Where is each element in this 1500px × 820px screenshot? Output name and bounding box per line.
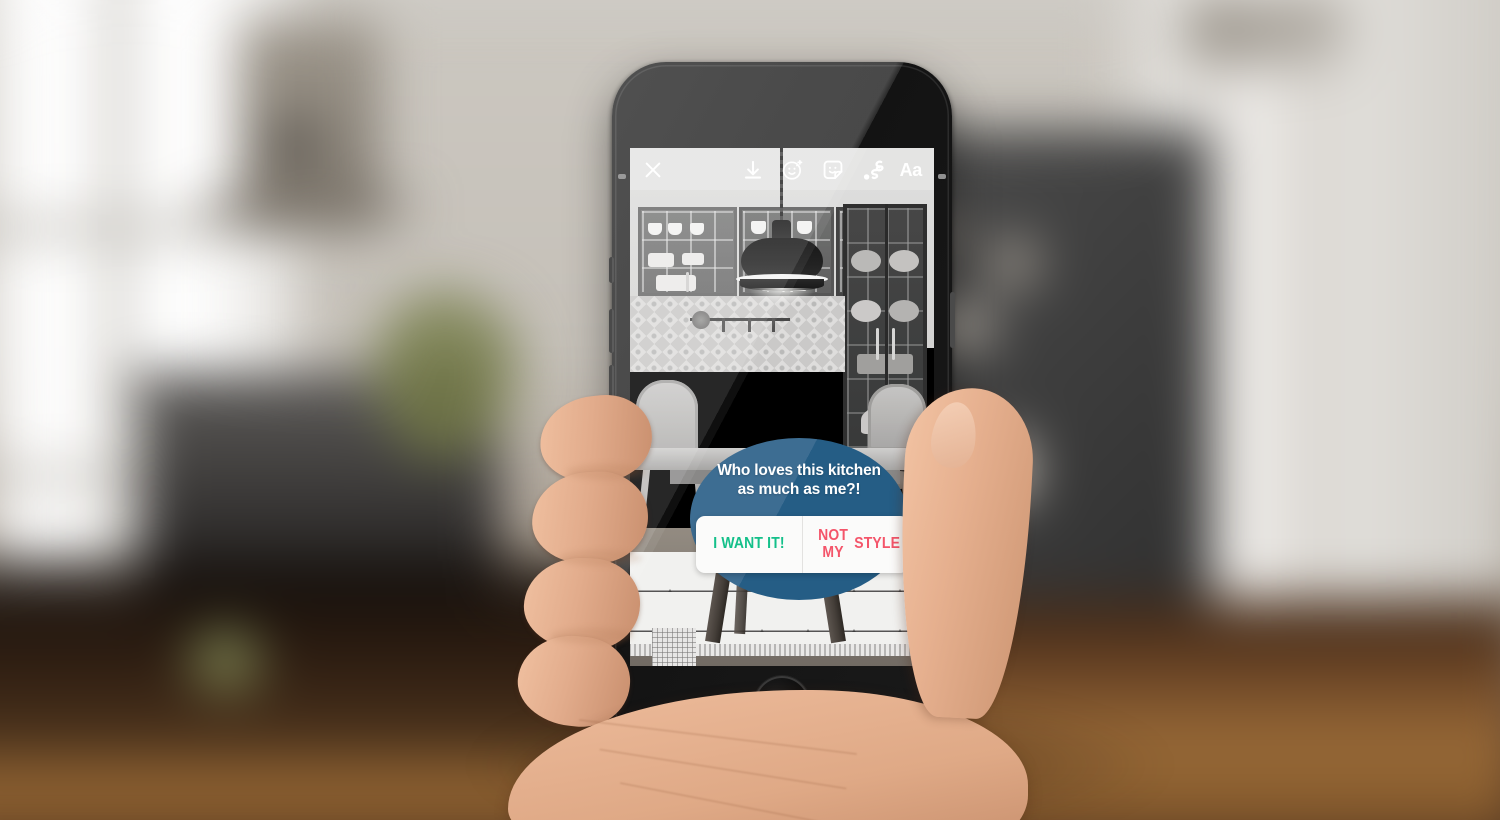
- sticker-icon[interactable]: [820, 157, 846, 183]
- screenshot-stage: Aa Who loves this kitchen as much as me?…: [0, 0, 1500, 820]
- hanging-ladle: [692, 311, 710, 329]
- save-icon[interactable]: [740, 157, 766, 183]
- cabinet-handle: [892, 328, 895, 360]
- utensil-hook: [722, 318, 725, 332]
- palm-crease: [578, 718, 858, 756]
- cabinet-object-3: [990, 240, 1036, 286]
- close-icon[interactable]: [642, 159, 664, 181]
- utensil-hook: [772, 318, 775, 332]
- cabinet-dish: [656, 275, 696, 291]
- palm-crease: [599, 748, 847, 790]
- background-plant-small: [190, 630, 260, 690]
- cabinet-cup: [751, 221, 766, 234]
- cabinet-plate: [851, 300, 881, 322]
- cabinet-dish: [682, 253, 704, 265]
- cabinet-plate: [889, 250, 919, 272]
- power-button[interactable]: [950, 292, 955, 348]
- cabinet-handle: [686, 272, 689, 292]
- draw-icon[interactable]: [860, 157, 886, 183]
- utensil-hook: [748, 318, 751, 332]
- cabinet-cup: [690, 223, 704, 235]
- palm-crease: [619, 781, 827, 820]
- cabinet-cup: [648, 223, 662, 235]
- cabinet-plate: [851, 250, 881, 272]
- cabinet-plate: [889, 300, 919, 322]
- volume-down-button[interactable]: [609, 309, 614, 353]
- antenna-line-left: [618, 174, 626, 179]
- cabinet-handle: [876, 328, 879, 360]
- antenna-line-right: [938, 174, 946, 179]
- knuckle-crease: [550, 628, 634, 644]
- background-door-header: [1185, 0, 1345, 70]
- cabinet-cup: [668, 223, 682, 235]
- background-rail: [200, 200, 410, 216]
- knuckle-crease: [566, 464, 646, 480]
- knuckle-crease: [558, 550, 642, 566]
- text-icon[interactable]: Aa: [900, 157, 923, 183]
- background-plant-leaves: [395, 350, 490, 460]
- background-door: [1195, 0, 1330, 620]
- cabinet-cup: [797, 221, 812, 234]
- effects-icon[interactable]: [780, 157, 806, 183]
- cabinet-dish: [648, 253, 674, 267]
- pendant-lamp-glow: [748, 288, 816, 304]
- background-knob: [270, 120, 316, 166]
- story-editor-toolbar: Aa: [630, 148, 934, 192]
- silent-switch[interactable]: [609, 257, 614, 283]
- hand-holding-phone: [480, 360, 1120, 820]
- background-range-hood: [240, 20, 380, 230]
